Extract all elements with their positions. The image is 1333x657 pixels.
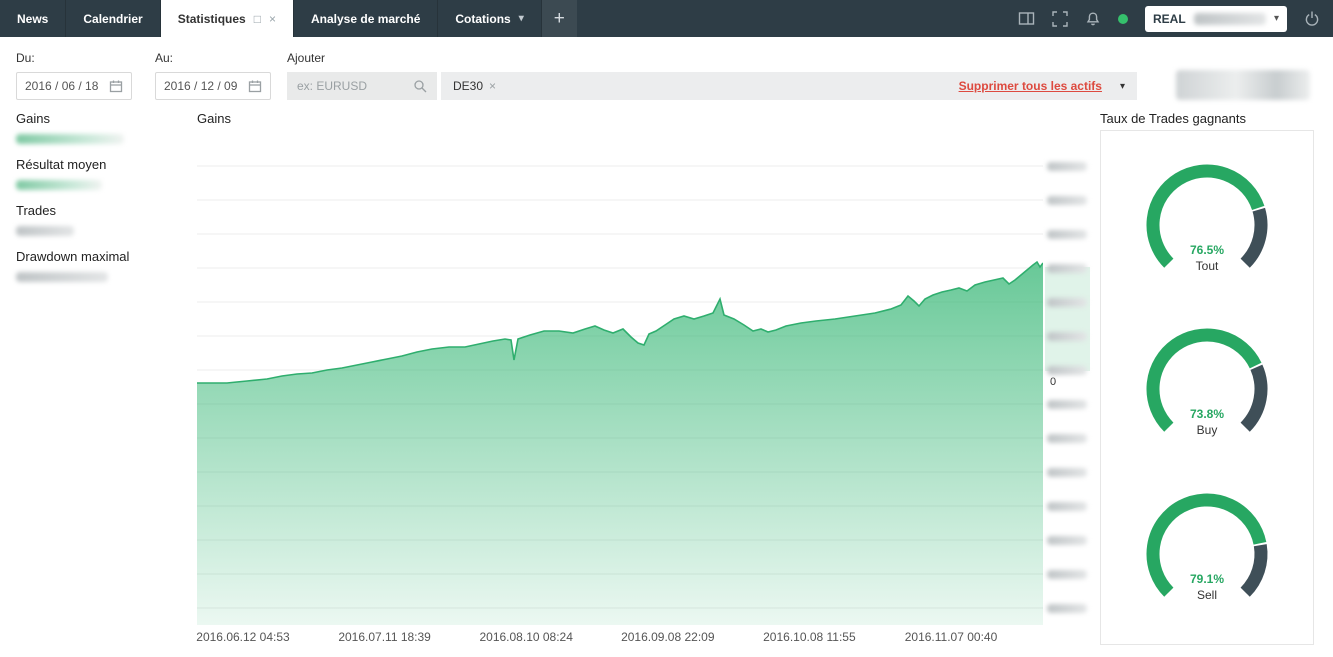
fullscreen-icon[interactable] xyxy=(1052,10,1068,27)
remove-tag-icon[interactable]: × xyxy=(489,79,496,93)
stat-label: Gains xyxy=(16,111,50,126)
gauge-label: Buy xyxy=(1196,423,1218,438)
gauge-value: 73.8% xyxy=(1189,407,1225,422)
equity-area xyxy=(197,262,1043,625)
layout-icon[interactable] xyxy=(1018,11,1035,26)
y-zero-label: 0 xyxy=(1048,376,1059,388)
x-tick-label: 2016.06.12 04:53 xyxy=(196,630,290,644)
redacted-y-tick xyxy=(1047,536,1087,545)
redacted-y-tick xyxy=(1047,366,1087,375)
chevron-down-icon: ▾ xyxy=(1273,13,1279,24)
date-to-input[interactable]: 2016 / 12 / 09 xyxy=(155,72,271,100)
date-to-label: Au: xyxy=(155,51,174,65)
redacted-y-tick xyxy=(1047,264,1087,273)
redacted-y-tick xyxy=(1047,298,1087,307)
asset-tag-de30[interactable]: DE30 xyxy=(453,79,483,93)
redacted-y-tick xyxy=(1047,400,1087,409)
gauge-value: 79.1% xyxy=(1189,571,1225,586)
stat-resultat-moyen: Résultat moyen xyxy=(16,157,106,190)
y-axis-highlight-band xyxy=(1045,267,1090,371)
popout-icon[interactable]: □ xyxy=(254,12,261,26)
stat-trades: Trades xyxy=(16,203,74,236)
tab-calendrier[interactable]: Calendrier xyxy=(66,0,161,37)
date-to-value: 2016 / 12 / 09 xyxy=(164,79,238,93)
topbar: News Calendrier Statistiques □ × Analyse… xyxy=(0,0,1333,37)
redacted-stat-value xyxy=(16,180,102,190)
x-tick-label: 2016.08.10 08:24 xyxy=(479,630,573,644)
account-selector[interactable]: REAL ▾ xyxy=(1145,5,1287,32)
tab-label: Calendrier xyxy=(83,11,143,26)
redacted-stat-value xyxy=(16,134,124,144)
equity-chart xyxy=(197,133,1044,625)
x-tick-label: 2016.11.07 00:40 xyxy=(904,630,998,644)
x-tick-label: 2016.10.08 11:55 xyxy=(763,630,856,644)
connection-status-dot xyxy=(1118,13,1128,24)
redacted-y-tick xyxy=(1047,196,1087,205)
account-type-label: REAL xyxy=(1153,11,1186,26)
y-axis: 0 xyxy=(1045,133,1090,638)
x-axis-labels: 2016.06.12 04:53 2016.07.11 18:39 2016.08.… xyxy=(196,630,1043,646)
redacted-y-tick xyxy=(1047,230,1087,239)
power-icon[interactable] xyxy=(1304,10,1320,27)
redacted-y-tick xyxy=(1047,434,1087,443)
redacted-y-tick xyxy=(1047,604,1087,613)
bell-icon[interactable] xyxy=(1085,11,1101,27)
chevron-down-icon: ▾ xyxy=(518,13,524,24)
redacted-y-tick xyxy=(1047,162,1087,171)
x-tick-label: 2016.09.08 22:09 xyxy=(621,630,715,644)
redacted-y-tick xyxy=(1047,502,1087,511)
gauge-sell: 79.1% Sell xyxy=(1127,486,1287,626)
chart-title: Gains xyxy=(197,111,231,126)
date-from-input[interactable]: 2016 / 06 / 18 xyxy=(16,72,132,100)
tab-statistiques[interactable]: Statistiques □ × xyxy=(160,0,294,37)
redacted-stat-value xyxy=(16,272,108,282)
tab-label: Cotations xyxy=(455,11,511,26)
calendar-icon xyxy=(248,80,262,93)
redacted-account-name xyxy=(1193,12,1266,25)
add-asset-label: Ajouter xyxy=(287,51,326,65)
redacted-y-tick xyxy=(1047,468,1087,477)
date-from-label: Du: xyxy=(16,51,35,65)
remove-all-assets-link[interactable]: Supprimer tous les actifs xyxy=(959,79,1102,93)
win-rate-panel: 76.5% Tout 73.8% Buy 79.1% Sell xyxy=(1100,130,1314,645)
calendar-icon xyxy=(109,80,123,93)
chevron-down-icon[interactable]: ▾ xyxy=(1120,81,1125,92)
date-from-value: 2016 / 06 / 18 xyxy=(25,79,99,93)
gauge-label: Tout xyxy=(1195,259,1219,274)
redacted-stat-value xyxy=(16,226,74,236)
add-tab-button[interactable]: + xyxy=(541,0,577,37)
stat-label: Trades xyxy=(16,203,56,218)
x-tick-label: 2016.07.11 18:39 xyxy=(338,630,431,644)
tab-news[interactable]: News xyxy=(0,0,67,37)
redacted-y-tick xyxy=(1047,570,1087,579)
asset-tag-bar: DE30 × Supprimer tous les actifs ▾ xyxy=(441,72,1137,100)
redacted-y-tick xyxy=(1047,332,1087,341)
stat-drawdown-maximal: Drawdown maximal xyxy=(16,249,129,282)
gauge-value: 76.5% xyxy=(1189,243,1225,258)
gauge-tout: 76.5% Tout xyxy=(1127,157,1287,297)
gauge-buy: 73.8% Buy xyxy=(1127,321,1287,461)
close-icon[interactable]: × xyxy=(269,12,276,26)
redacted-account-info xyxy=(1176,70,1310,100)
search-placeholder: ex: EURUSD xyxy=(297,79,368,93)
tab-cotations[interactable]: Cotations ▾ xyxy=(438,0,542,37)
asset-search-input[interactable]: ex: EURUSD xyxy=(287,72,437,100)
tab-label: Analyse de marché xyxy=(311,11,421,26)
tab-label: News xyxy=(17,11,49,26)
stat-gains: Gains xyxy=(16,111,124,144)
search-icon xyxy=(414,80,427,93)
win-rate-panel-title: Taux de Trades gagnants xyxy=(1100,111,1246,126)
tab-analyse-de-marche[interactable]: Analyse de marché xyxy=(294,0,439,37)
tab-label: Statistiques xyxy=(177,11,246,26)
topbar-actions: REAL ▾ xyxy=(1018,0,1333,37)
stat-label: Résultat moyen xyxy=(16,157,107,172)
stat-label: Drawdown maximal xyxy=(16,249,130,264)
gauge-label: Sell xyxy=(1196,587,1217,602)
